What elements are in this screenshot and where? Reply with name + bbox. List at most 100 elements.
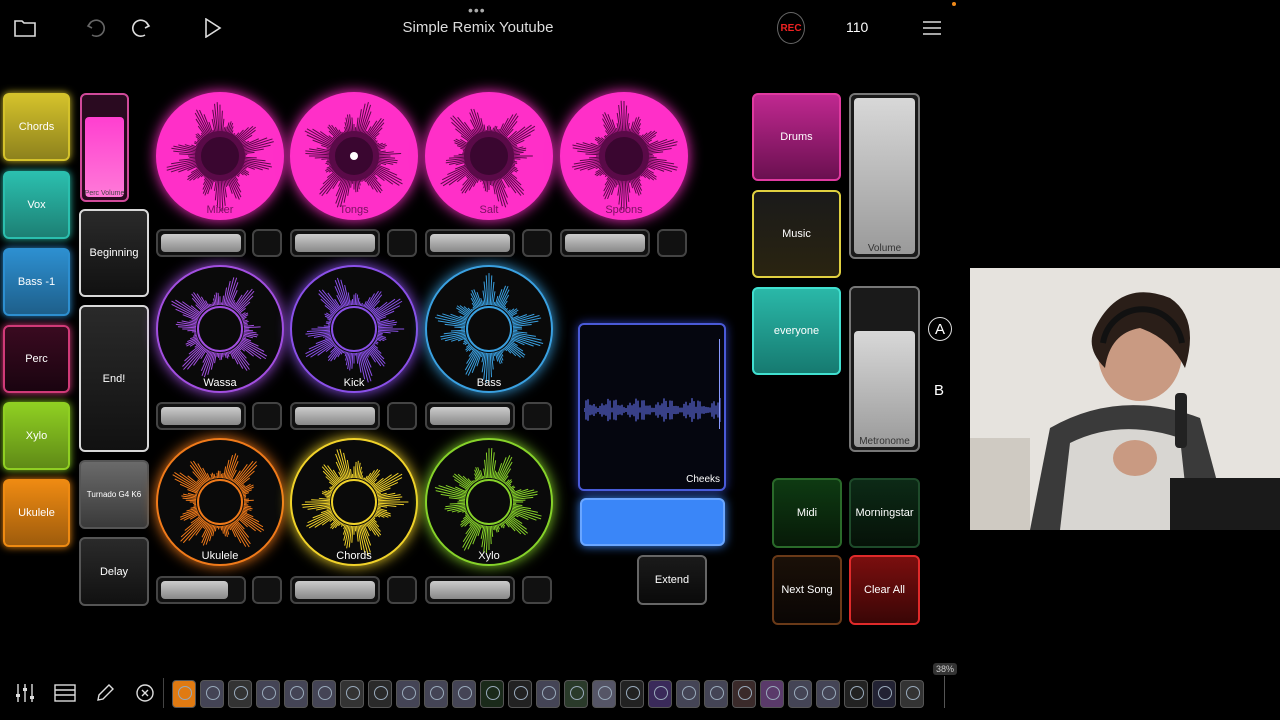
loop-ring[interactable] bbox=[290, 265, 418, 393]
extend-button[interactable]: Extend bbox=[637, 555, 707, 605]
redo-icon[interactable] bbox=[127, 14, 155, 42]
loop-ring[interactable] bbox=[425, 92, 553, 220]
scene-b-button[interactable]: B bbox=[934, 382, 944, 399]
plugin-slot[interactable] bbox=[256, 680, 280, 708]
midi-button[interactable]: Midi bbox=[772, 478, 842, 548]
loop-slot[interactable] bbox=[425, 576, 515, 604]
pencil-icon[interactable] bbox=[93, 681, 117, 705]
plugin-slot[interactable] bbox=[620, 680, 644, 708]
loop-mini-button[interactable] bbox=[522, 402, 552, 430]
plugin-slot[interactable] bbox=[284, 680, 308, 708]
loop-slot[interactable] bbox=[156, 576, 246, 604]
loop-slot[interactable] bbox=[560, 229, 650, 257]
plugin-slot[interactable] bbox=[368, 680, 392, 708]
plugin-slot[interactable] bbox=[872, 680, 896, 708]
loop-ring[interactable] bbox=[425, 265, 553, 393]
pad-perc[interactable]: Perc bbox=[3, 325, 70, 393]
pad-vox[interactable]: Vox bbox=[3, 171, 70, 239]
plugin-slot[interactable] bbox=[704, 680, 728, 708]
beginning-button[interactable]: Beginning bbox=[79, 209, 149, 297]
loop-slot[interactable] bbox=[425, 402, 515, 430]
loop-ring[interactable] bbox=[156, 265, 284, 393]
plugin-slot[interactable] bbox=[480, 680, 504, 708]
record-button[interactable]: REC bbox=[777, 12, 805, 44]
loop-slot[interactable] bbox=[290, 576, 380, 604]
pad-label: Xylo bbox=[25, 430, 48, 442]
plugin-slot[interactable] bbox=[844, 680, 868, 708]
pad-chords[interactable]: Chords bbox=[3, 93, 70, 161]
pad-ukulele[interactable]: Ukulele bbox=[3, 479, 70, 547]
sampler-trigger-button[interactable] bbox=[580, 498, 725, 546]
loop-waveform bbox=[172, 453, 265, 548]
loop-ring[interactable] bbox=[156, 92, 284, 220]
loop-slot[interactable] bbox=[156, 402, 246, 430]
everyone-pad[interactable]: everyone bbox=[752, 287, 841, 375]
plugin-slot[interactable] bbox=[900, 680, 924, 708]
presenter-video bbox=[970, 268, 1280, 530]
mixer-sliders-icon[interactable] bbox=[13, 681, 37, 705]
plugin-slot[interactable] bbox=[788, 680, 812, 708]
plugin-slot[interactable] bbox=[732, 680, 756, 708]
loop-slot[interactable] bbox=[156, 229, 246, 257]
plugin-slot[interactable] bbox=[760, 680, 784, 708]
loop-mini-button[interactable] bbox=[252, 402, 282, 430]
pad-bass[interactable]: Bass -1 bbox=[3, 248, 70, 316]
loop-mini-button[interactable] bbox=[387, 402, 417, 430]
plugin-slot[interactable] bbox=[676, 680, 700, 708]
music-pad[interactable]: Music bbox=[752, 190, 841, 278]
plugin-slot[interactable] bbox=[648, 680, 672, 708]
plugin-slot[interactable] bbox=[592, 680, 616, 708]
loop-ring[interactable] bbox=[156, 438, 284, 566]
volume-fader[interactable]: Volume bbox=[849, 93, 920, 259]
sampler-pad[interactable]: Cheeks bbox=[578, 323, 726, 491]
plugin-slot[interactable] bbox=[396, 680, 420, 708]
plugin-slot[interactable] bbox=[340, 680, 364, 708]
clear-all-button[interactable]: Clear All bbox=[849, 555, 920, 625]
menu-icon[interactable] bbox=[918, 14, 946, 42]
cpu-meter: 38% bbox=[933, 663, 958, 675]
loop-mini-button[interactable] bbox=[387, 229, 417, 257]
tempo-display[interactable]: 110 bbox=[846, 19, 868, 35]
plugin-slot[interactable] bbox=[228, 680, 252, 708]
more-dots[interactable]: ••• bbox=[468, 2, 486, 18]
pad-xylo[interactable]: Xylo bbox=[3, 402, 70, 470]
loop-slot[interactable] bbox=[290, 402, 380, 430]
loop-mini-button[interactable] bbox=[522, 576, 552, 604]
loop-ring[interactable] bbox=[290, 92, 418, 220]
metronome-fader[interactable]: Metronome bbox=[849, 286, 920, 452]
loop-ring[interactable] bbox=[290, 438, 418, 566]
morningstar-button[interactable]: Morningstar bbox=[849, 478, 920, 548]
end-button[interactable]: End! bbox=[79, 305, 149, 452]
plugin-slot[interactable] bbox=[172, 680, 196, 708]
next-song-button[interactable]: Next Song bbox=[772, 555, 842, 625]
plugin-slot[interactable] bbox=[536, 680, 560, 708]
close-circle-icon[interactable] bbox=[133, 681, 157, 705]
plugin-slot[interactable] bbox=[816, 680, 840, 708]
presenter-image bbox=[970, 268, 1280, 530]
plugin-slot[interactable] bbox=[424, 680, 448, 708]
plugin-slot[interactable] bbox=[200, 680, 224, 708]
turnado-button[interactable]: Turnado G4 K6 bbox=[79, 460, 149, 529]
loop-mini-button[interactable] bbox=[657, 229, 687, 257]
loop-slot[interactable] bbox=[425, 229, 515, 257]
loop-mini-button[interactable] bbox=[252, 576, 282, 604]
loop-ring[interactable] bbox=[560, 92, 688, 220]
delay-button[interactable]: Delay bbox=[79, 537, 149, 606]
drums-pad[interactable]: Drums bbox=[752, 93, 841, 181]
plugin-slot[interactable] bbox=[312, 680, 336, 708]
scene-a-button[interactable]: A bbox=[928, 317, 952, 341]
perc-volume-fader[interactable]: Perc Volume bbox=[80, 93, 129, 202]
loop-mini-button[interactable] bbox=[522, 229, 552, 257]
folder-icon[interactable] bbox=[11, 14, 39, 42]
play-icon[interactable] bbox=[199, 14, 227, 42]
loop-slot[interactable] bbox=[290, 229, 380, 257]
loop-mini-button[interactable] bbox=[252, 229, 282, 257]
undo-icon[interactable] bbox=[82, 14, 110, 42]
plugin-slot[interactable] bbox=[508, 680, 532, 708]
list-icon[interactable] bbox=[53, 681, 77, 705]
loop-ring[interactable] bbox=[425, 438, 553, 566]
plugin-slot[interactable] bbox=[452, 680, 476, 708]
perc-volume-level bbox=[85, 117, 124, 197]
plugin-slot[interactable] bbox=[564, 680, 588, 708]
loop-mini-button[interactable] bbox=[387, 576, 417, 604]
